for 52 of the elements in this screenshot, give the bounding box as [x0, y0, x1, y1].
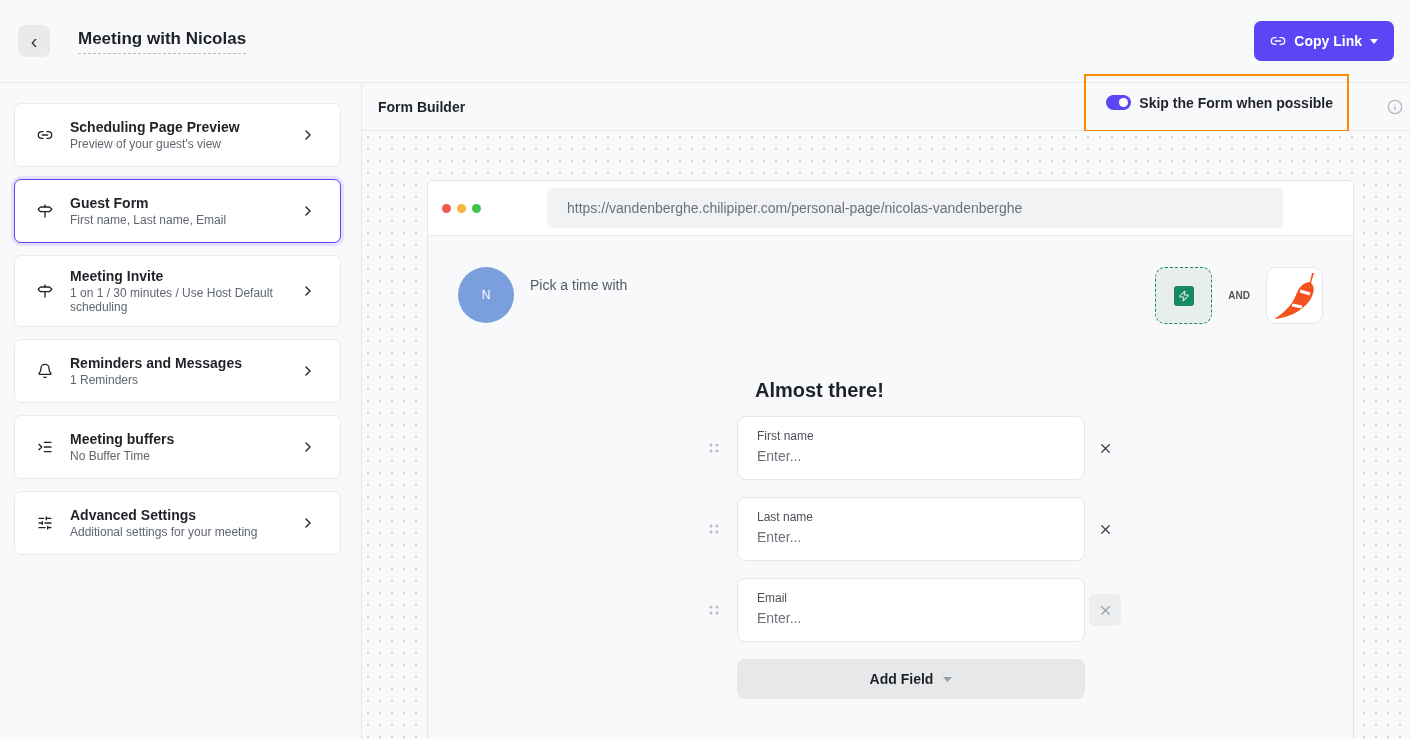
drag-handle-icon[interactable] [709, 524, 719, 534]
window-dot [457, 203, 466, 213]
item-title: Reminders and Messages [70, 355, 243, 371]
item-icon [37, 363, 53, 379]
drag-handle-icon[interactable] [709, 605, 719, 615]
form-title: Almost there! [755, 379, 885, 402]
lightning-icon [1173, 285, 1194, 306]
item-title: Meeting Invite [70, 268, 165, 284]
remove-field-button[interactable] [1089, 594, 1121, 626]
item-subtitle: Additional settings for your meeting [70, 525, 259, 539]
window-dot [442, 203, 451, 213]
item-subtitle: 1 Reminders [70, 373, 140, 387]
back-button[interactable]: ‹ [18, 25, 50, 57]
toggle-label: Skip the Form when possible [1139, 94, 1333, 111]
item-title: Guest Form [70, 195, 150, 211]
info-icon[interactable] [1387, 98, 1403, 115]
sidebar-item[interactable]: Reminders and Messages 1 Reminders [14, 339, 341, 403]
meeting-title[interactable]: Meeting with Nicolas [78, 28, 247, 54]
sidebar-item[interactable]: Meeting Invite 1 on 1 / 30 minutes / Use Host Default scheduling [14, 255, 341, 327]
sidebar-item[interactable]: Meeting buffers No Buffer Time [14, 415, 341, 479]
item-subtitle: No Buffer Time [70, 449, 151, 463]
sidebar-item[interactable]: Scheduling Page Preview Preview of your guest's view [14, 103, 341, 167]
url-bar: https://vandenberghe.chilipiper.com/personal-page/nicolas-vandenberghe [547, 188, 1283, 228]
item-icon [37, 439, 53, 455]
text-input[interactable]: Enter... [757, 610, 1065, 626]
field-label: First name [757, 429, 815, 443]
add-field-button[interactable]: Add Field [737, 659, 1085, 699]
item-icon [37, 515, 53, 531]
and-label: AND [1228, 290, 1250, 301]
skip-form-toggle[interactable] [1106, 95, 1132, 110]
item-title: Scheduling Page Preview [70, 119, 241, 135]
item-title: Advanced Settings [70, 507, 198, 523]
item-subtitle: First name, Last name, Email [70, 213, 228, 227]
sidebar-item[interactable]: Guest Form First name, Last name, Email [14, 179, 341, 243]
field-label: Last name [757, 510, 815, 524]
pick-time-text: Pick a time with [530, 277, 628, 293]
window-dot [472, 203, 481, 213]
form-builder-title: Form Builder [378, 98, 466, 115]
text-input[interactable]: Enter... [757, 529, 1065, 545]
item-subtitle: Preview of your guest's view [70, 137, 223, 151]
item-icon [37, 283, 53, 299]
item-icon [37, 203, 53, 219]
sidebar-item[interactable]: Advanced Settings Additional settings for your meeting [14, 491, 341, 555]
text-input[interactable]: Enter... [757, 448, 1065, 464]
field-label: Email [757, 591, 788, 605]
caret-icon [1370, 38, 1378, 44]
item-title: Meeting buffers [70, 431, 176, 447]
avatar: N [458, 267, 514, 323]
caret-icon [943, 676, 953, 682]
item-subtitle: 1 on 1 / 30 minutes / Use Host Default scheduling [70, 286, 274, 314]
copy-link-button[interactable]: Copy Link [1254, 21, 1394, 61]
drag-handle-icon[interactable] [709, 443, 719, 453]
